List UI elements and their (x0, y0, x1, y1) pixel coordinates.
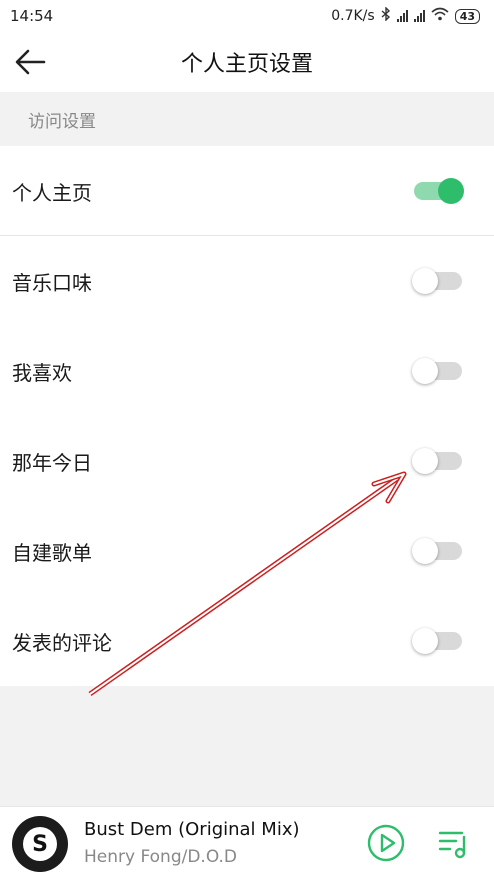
setting-row-my-playlists: 自建歌单 (0, 506, 494, 596)
section-title: 访问设置 (28, 111, 96, 132)
section-header: 访问设置 (0, 92, 494, 146)
setting-label: 我喜欢 (12, 360, 72, 385)
bluetooth-icon (381, 6, 391, 25)
track-artist: Henry Fong/D.O.D (84, 847, 238, 867)
track-title: Bust Dem (Original Mix) (84, 819, 300, 840)
playlist-icon (438, 831, 466, 859)
setting-label: 自建歌单 (12, 540, 92, 565)
album-logo: S (23, 827, 57, 861)
toggle-thumb (412, 358, 438, 384)
homepage-toggle[interactable] (412, 178, 464, 204)
back-button[interactable] (10, 45, 50, 79)
setting-row-on-this-day: 那年今日 (0, 416, 494, 506)
my-playlists-toggle[interactable] (412, 538, 464, 564)
status-bar: 14:54 0.7K/s 43 (0, 0, 494, 32)
setting-row-music-taste: 音乐口味 (0, 236, 494, 326)
signal-icon (396, 10, 408, 22)
status-time: 14:54 (10, 7, 54, 25)
mini-player[interactable]: S Bust Dem (Original Mix) Henry Fong/D.O… (0, 806, 494, 875)
setting-label: 那年今日 (12, 450, 92, 475)
setting-row-homepage: 个人主页 (0, 146, 494, 236)
empty-area (0, 686, 494, 806)
on-this-day-toggle[interactable] (412, 448, 464, 474)
setting-label: 个人主页 (12, 180, 92, 205)
my-likes-toggle[interactable] (412, 358, 464, 384)
nav-bar: 个人主页设置 (0, 32, 494, 92)
setting-label: 发表的评论 (12, 630, 112, 655)
status-icons: 0.7K/s 43 (331, 6, 480, 25)
setting-row-comments: 发表的评论 (0, 596, 494, 686)
setting-label: 音乐口味 (12, 270, 92, 295)
settings-list: 个人主页 音乐口味 我喜欢 那年今日 自建歌单 发表的评论 (0, 146, 494, 686)
play-icon (367, 824, 405, 862)
toggle-thumb (412, 268, 438, 294)
toggle-thumb (412, 538, 438, 564)
comments-toggle[interactable] (412, 628, 464, 654)
page-title: 个人主页设置 (180, 52, 313, 77)
signal-icon-2 (413, 10, 425, 22)
toggle-thumb (438, 178, 464, 204)
wifi-icon (431, 7, 449, 25)
album-art[interactable]: S (12, 816, 68, 872)
play-button[interactable] (366, 823, 406, 863)
setting-row-my-likes: 我喜欢 (0, 326, 494, 416)
playlist-button[interactable] (436, 825, 472, 861)
toggle-thumb (412, 448, 438, 474)
music-taste-toggle[interactable] (412, 268, 464, 294)
network-speed: 0.7K/s (331, 8, 375, 24)
arrow-left-icon (15, 49, 46, 75)
toggle-thumb (412, 628, 438, 654)
battery-indicator: 43 (454, 8, 480, 24)
